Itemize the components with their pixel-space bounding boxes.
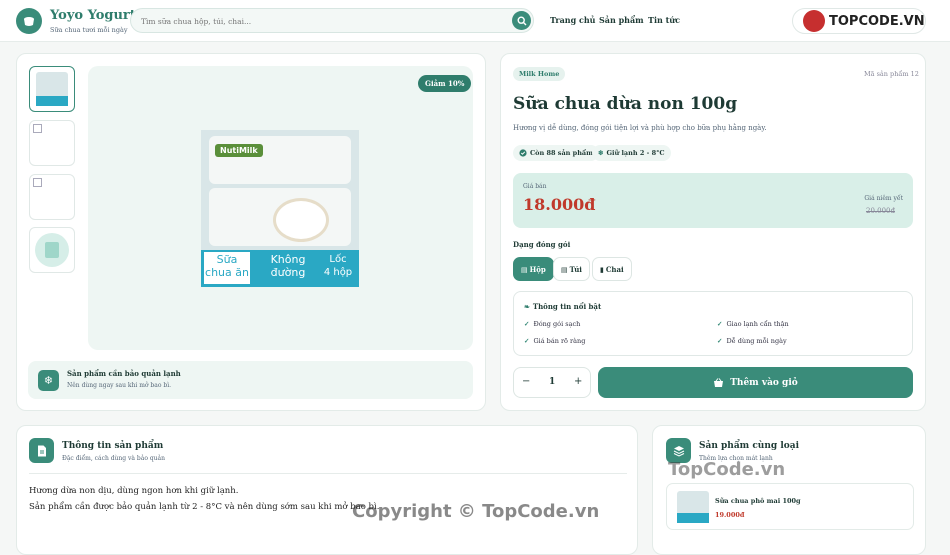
check-icon: ✓ <box>524 337 530 345</box>
discount-badge: Giảm 10% <box>418 75 472 92</box>
thumbnail-1[interactable] <box>29 66 75 112</box>
stock-chip: Còn 88 sản phẩm <box>513 145 600 161</box>
feature-item: ✓ Đóng gói sạch <box>524 320 581 328</box>
related-products-card: Sản phẩm cùng loại Thêm lựa chọn mát lạn… <box>652 425 926 555</box>
nav-news[interactable]: Tin tức <box>648 15 680 25</box>
watermark-text: TopCode.vn <box>668 459 786 480</box>
check-icon: ✓ <box>717 337 723 345</box>
package-text-5: Lốc <box>329 254 347 265</box>
feature-item: ✓ Giá bán rõ ràng <box>524 337 586 345</box>
product-description: Hương vị dễ dùng, đóng gói tiện lợi và p… <box>513 124 767 132</box>
package-text-6: 4 hộp <box>323 267 353 278</box>
divider <box>29 473 627 474</box>
package-text-1: Sữa <box>216 253 238 266</box>
package-brand: NutiMilk <box>215 144 263 157</box>
leaf-icon: ❧ <box>524 302 530 311</box>
top-header: Yoyo Yogurt Sữa chua tươi mỗi ngày Trang… <box>0 0 950 42</box>
brand-name[interactable]: Yoyo Yogurt <box>50 8 136 23</box>
product-code: Mã sản phẩm 12 <box>864 70 919 78</box>
feature-item: ✓ Giao lạnh cẩn thận <box>717 320 789 328</box>
info-subtitle: Đặc điểm, cách dùng và bảo quản <box>62 455 165 462</box>
thumbnail-2[interactable] <box>29 120 75 166</box>
related-item-name: Sữa chua phô mai 100g <box>715 497 801 505</box>
related-title: Sản phẩm cùng loại <box>699 441 799 451</box>
cold-notice-title: Sản phẩm cần bảo quản lạnh <box>67 369 181 378</box>
features-box: ❧ Thông tin nổi bật ✓ Đóng gói sạch ✓ Giao … <box>513 291 913 356</box>
info-line-1: Hương dừa non dịu, dùng ngon hơn khi giữ… <box>29 486 239 496</box>
quantity-value[interactable]: 1 <box>549 377 555 387</box>
copyright-watermark: Copyright © TopCode.vn <box>352 501 600 522</box>
feature-item: ✓ Dễ dùng mỗi ngày <box>717 337 787 345</box>
info-title: Thông tin sản phẩm <box>62 441 164 451</box>
format-option-bag[interactable]: ▤ Túi <box>553 257 590 281</box>
package-text-3: Không <box>270 253 306 266</box>
thermometer-icon: ❄ <box>598 149 604 157</box>
brand-tagline: Sữa chua tươi mỗi ngày <box>50 26 128 34</box>
logo-icon[interactable] <box>16 8 42 34</box>
increase-button[interactable]: + <box>574 376 582 387</box>
search-button[interactable] <box>512 11 531 30</box>
nav-home[interactable]: Trang chủ <box>550 15 595 25</box>
related-item[interactable]: Sữa chua phô mai 100g 19.000đ <box>666 483 914 530</box>
search-input[interactable] <box>141 13 501 29</box>
current-price: 18.000đ <box>523 195 596 214</box>
format-label: Dạng đóng gói <box>513 240 571 249</box>
watermark-logo: TOPCODE.VN <box>829 14 925 29</box>
brand-pill[interactable]: Milk Home <box>513 67 566 81</box>
nav-products[interactable]: Sản phẩm <box>599 15 644 25</box>
price-box: Giá bán 18.000đ Giá niêm yết 20.000đ <box>513 173 913 228</box>
price-label: Giá bán <box>523 183 547 190</box>
format-bag-label: Túi <box>569 264 582 274</box>
add-to-cart-button[interactable]: Thêm vào giỏ <box>598 367 913 398</box>
watermark-logo-icon <box>803 10 825 32</box>
format-option-bottle[interactable]: ▮ Chai <box>592 257 632 281</box>
product-image[interactable]: NutiMilk Sữa chua ăn Không đường Lốc 4 h… <box>201 130 359 287</box>
storage-chip: ❄ Giữ lạnh 2 - 8°C <box>592 145 671 161</box>
package-text-2: chua ăn <box>205 266 249 279</box>
bag-icon: ▤ <box>561 264 568 274</box>
list-price: 20.000đ <box>866 207 895 215</box>
product-info-card: Thông tin sản phẩm Đặc điểm, cách dùng v… <box>16 425 638 555</box>
check-circle-icon <box>519 149 527 157</box>
box-icon: ▤ <box>521 264 528 274</box>
search-icon <box>516 15 526 25</box>
stock-text: Còn 88 sản phẩm <box>530 149 594 157</box>
check-icon: ✓ <box>524 320 530 328</box>
storage-text: Giữ lạnh 2 - 8°C <box>606 149 665 157</box>
list-price-label: Giá niêm yết <box>864 195 903 202</box>
related-item-image <box>677 491 709 523</box>
quantity-stepper: − 1 + <box>513 367 591 398</box>
cold-notice-desc: Nên dùng ngay sau khi mở bao bì. <box>67 382 172 389</box>
basket-icon <box>714 377 724 387</box>
header-actions: TOPCODE.VN <box>792 8 926 34</box>
format-bottle-label: Chai <box>605 264 624 274</box>
decrease-button[interactable]: − <box>522 376 530 387</box>
cold-storage-notice: ❄ Sản phẩm cần bảo quản lạnh Nên dùng ng… <box>28 361 473 399</box>
product-title: Sữa chua dừa non 100g <box>513 94 738 114</box>
check-icon: ✓ <box>717 320 723 328</box>
bottle-icon: ▮ <box>600 264 604 274</box>
document-icon <box>29 438 54 463</box>
format-option-box[interactable]: ▤ Hộp <box>513 257 554 281</box>
package-text-4: đường <box>270 266 306 279</box>
format-box-label: Hộp <box>529 264 546 274</box>
search-bar <box>130 8 534 33</box>
info-line-2: Sản phẩm cần được bảo quản lạnh từ 2 - 8… <box>29 502 380 512</box>
related-item-price: 19.000đ <box>715 511 745 519</box>
snowflake-icon: ❄ <box>38 370 59 391</box>
thumbnail-3[interactable] <box>29 174 75 220</box>
add-to-cart-label: Thêm vào giỏ <box>730 377 798 388</box>
features-title: Thông tin nổi bật <box>532 302 602 311</box>
thumbnail-4[interactable] <box>29 227 75 273</box>
